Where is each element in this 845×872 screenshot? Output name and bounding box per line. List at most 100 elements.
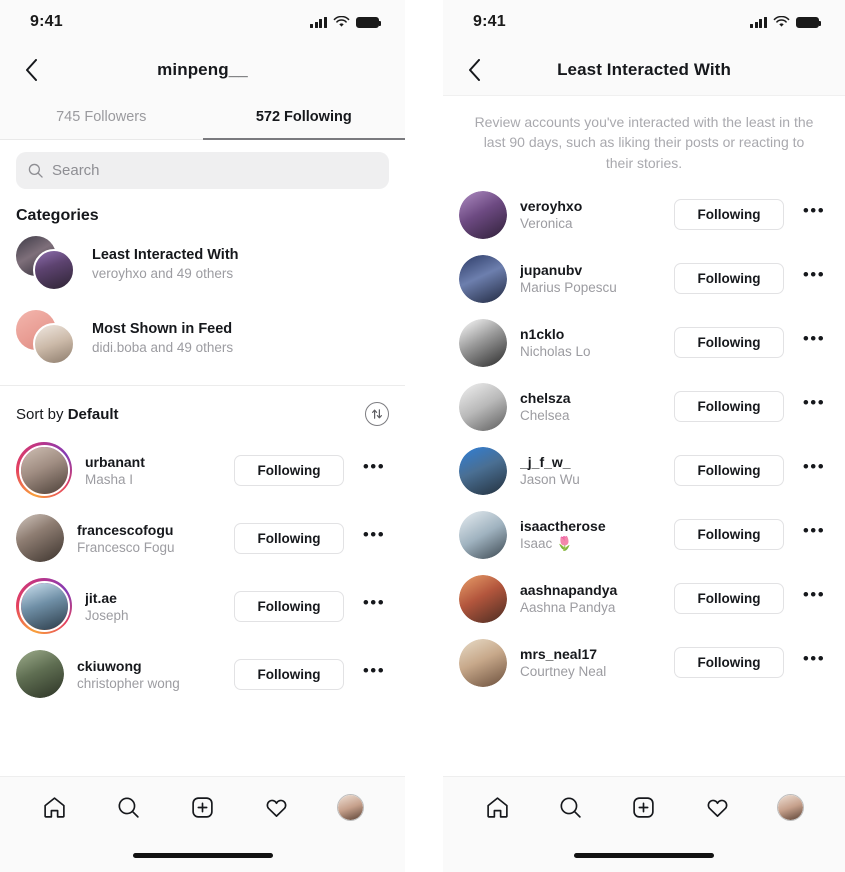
avatar[interactable] [459, 446, 507, 495]
category-name: Most Shown in Feed [92, 321, 233, 337]
dual-phone-screenshot: 9:41 minpeng__ 745 Followers 572 Followi… [0, 0, 845, 872]
more-horizontal-icon[interactable]: ••• [357, 657, 391, 691]
username: isaactherose [520, 517, 606, 534]
tab-create[interactable] [182, 788, 222, 828]
status-bar-right: 9:41 [443, 0, 845, 44]
more-horizontal-icon[interactable]: ••• [797, 518, 831, 552]
following-button[interactable]: Following [234, 522, 344, 554]
list-item[interactable]: jit.ae Joseph Following ••• [0, 570, 405, 642]
user-names: chelsza Chelsea [520, 390, 661, 423]
more-horizontal-icon[interactable]: ••• [797, 582, 831, 616]
avatar[interactable] [459, 574, 507, 623]
fullname: Isaac 🌷 [520, 535, 573, 551]
avatar[interactable] [459, 190, 507, 239]
avatar[interactable] [459, 382, 507, 431]
avatar[interactable] [459, 510, 507, 559]
sort-toggle-button[interactable] [365, 402, 389, 426]
following-button[interactable]: Following [234, 590, 344, 622]
sort-label[interactable]: Sort by Default [16, 406, 119, 423]
back-button[interactable] [16, 55, 46, 85]
following-button[interactable]: Following [674, 647, 784, 679]
list-item[interactable]: ckiuwong christopher wong Following ••• [0, 642, 405, 706]
tab-activity[interactable] [256, 788, 296, 828]
username: francescofogu [77, 521, 174, 538]
cellular-bars-icon [750, 16, 767, 28]
username: aashnapandya [520, 582, 618, 599]
tab-search[interactable] [109, 788, 149, 828]
more-horizontal-icon[interactable]: ••• [357, 521, 391, 555]
tab-activity[interactable] [697, 788, 737, 828]
list-item[interactable]: isaactherose Isaac 🌷 Following ••• [443, 503, 845, 567]
list-item[interactable]: n1cklo Nicholas Lo Following ••• [443, 311, 845, 375]
user-names: n1cklo Nicholas Lo [520, 326, 661, 359]
page-description: Review accounts you've interacted with t… [474, 114, 814, 171]
list-item[interactable]: _j_f_w_ Jason Wu Following ••• [443, 439, 845, 503]
user-names: francescofogu Francesco Fogu [77, 522, 221, 555]
more-horizontal-icon[interactable]: ••• [797, 326, 831, 360]
home-indicator[interactable] [132, 852, 273, 858]
category-row-most-shown[interactable]: Most Shown in Feed didi.boba and 49 othe… [0, 301, 405, 375]
avatar[interactable] [16, 514, 64, 562]
list-item[interactable]: veroyhxo Veronica Following ••• [443, 183, 845, 247]
search-input[interactable]: Search [16, 152, 389, 189]
battery-full-icon [356, 16, 381, 28]
page-title: minpeng__ [157, 60, 248, 79]
sort-prefix: Sort by [16, 405, 64, 423]
more-horizontal-icon[interactable]: ••• [797, 198, 831, 232]
fullname: Chelsea [520, 408, 570, 424]
tab-home[interactable] [478, 788, 518, 828]
list-item[interactable]: aashnapandya Aashna Pandya Following ••• [443, 567, 845, 631]
more-horizontal-icon[interactable]: ••• [797, 646, 831, 680]
username: mrs_neal17 [520, 646, 598, 663]
list-item[interactable]: urbanant Masha I Following ••• [0, 434, 405, 506]
home-indicator[interactable] [574, 852, 714, 858]
more-horizontal-icon[interactable]: ••• [797, 454, 831, 488]
list-item[interactable]: chelsza Chelsea Following ••• [443, 375, 845, 439]
following-button[interactable]: Following [234, 454, 344, 486]
fullname: Masha I [85, 471, 134, 487]
avatar[interactable] [16, 578, 72, 634]
tab-create[interactable] [624, 788, 664, 828]
tab-following[interactable]: 572 Following [202, 96, 406, 140]
username: _j_f_w_ [520, 454, 571, 471]
avatar[interactable] [459, 318, 507, 367]
status-time: 9:41 [30, 13, 63, 30]
list-item[interactable]: mrs_neal17 Courtney Neal Following ••• [443, 631, 845, 695]
more-horizontal-icon[interactable]: ••• [357, 453, 391, 487]
user-names: jit.ae Joseph [85, 590, 221, 623]
tab-followers[interactable]: 745 Followers [0, 96, 203, 139]
user-names: _j_f_w_ Jason Wu [520, 454, 661, 487]
following-button[interactable]: Following [674, 391, 784, 423]
user-names: mrs_neal17 Courtney Neal [520, 646, 661, 679]
list-item[interactable]: jupanubv Marius Popescu Following ••• [443, 247, 845, 311]
tab-profile[interactable] [330, 788, 370, 828]
tab-profile[interactable] [770, 788, 810, 828]
more-horizontal-icon[interactable]: ••• [797, 262, 831, 296]
following-button[interactable]: Following [674, 327, 784, 359]
tab-search[interactable] [551, 788, 591, 828]
more-horizontal-icon[interactable]: ••• [357, 589, 391, 623]
following-button[interactable]: Following [674, 455, 784, 487]
category-subtitle: veroyhxo and 49 others [92, 266, 234, 281]
more-horizontal-icon[interactable]: ••• [797, 390, 831, 424]
avatar[interactable] [459, 254, 507, 303]
list-item[interactable]: francescofogu Francesco Fogu Following •… [0, 506, 405, 570]
tab-home[interactable] [35, 788, 75, 828]
search-icon [28, 163, 43, 178]
avatar[interactable] [16, 650, 64, 698]
avatar[interactable] [16, 442, 72, 498]
following-button[interactable]: Following [674, 583, 784, 615]
back-button[interactable] [459, 55, 489, 85]
bottom-tab-bar-right [443, 776, 845, 838]
category-row-least-interacted[interactable]: Least Interacted With veroyhxo and 49 ot… [0, 227, 405, 301]
following-button[interactable]: Following [674, 199, 784, 231]
avatar[interactable] [459, 638, 507, 687]
user-names: urbanant Masha I [85, 454, 221, 487]
sort-value: Default [67, 405, 119, 423]
page-title: Least Interacted With [557, 59, 731, 79]
following-button[interactable]: Following [674, 519, 784, 551]
home-indicator-area-left [0, 838, 405, 872]
following-button[interactable]: Following [234, 658, 344, 690]
search-icon [118, 797, 139, 818]
following-button[interactable]: Following [674, 263, 784, 295]
